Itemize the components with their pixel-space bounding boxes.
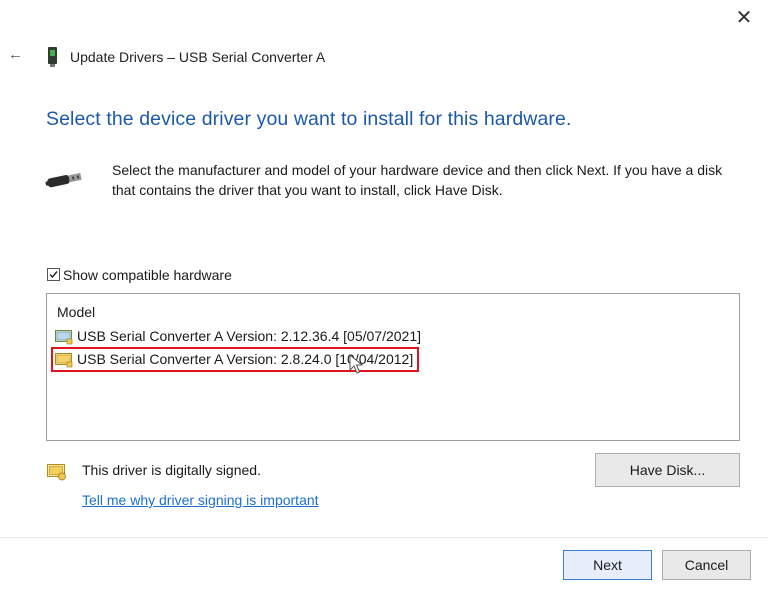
driver-signing-link[interactable]: Tell me why driver signing is important (82, 492, 319, 508)
close-button[interactable]: ✕ (732, 6, 756, 30)
next-button[interactable]: Next (563, 550, 652, 580)
have-disk-button[interactable]: Have Disk... (595, 453, 740, 487)
driver-package-icon (55, 330, 73, 345)
footer-separator (0, 537, 768, 538)
model-list-item-selected[interactable]: USB Serial Converter A Version: 2.8.24.0… (51, 347, 419, 374)
close-icon: ✕ (735, 7, 753, 29)
model-list[interactable]: Model USB Serial Converter A Version: 2.… (46, 293, 740, 441)
signed-driver-icon (47, 464, 66, 481)
show-compatible-label[interactable]: Show compatible hardware (63, 267, 232, 283)
window-title: Update Drivers – USB Serial Converter A (70, 49, 326, 65)
back-arrow-icon: ← (8, 46, 23, 63)
usb-device-icon (48, 47, 57, 67)
model-list-item[interactable]: USB Serial Converter A Version: 2.12.36.… (53, 327, 421, 347)
show-compatible-checkbox[interactable] (47, 268, 60, 281)
instructions-text: Select the manufacturer and model of you… (112, 162, 723, 198)
back-button[interactable]: ← (8, 47, 24, 63)
page-heading: Select the device driver you want to ins… (46, 108, 572, 130)
model-column-header: Model (57, 304, 96, 320)
mouse-cursor-icon (349, 354, 363, 374)
checkmark-icon (49, 271, 58, 279)
selection-highlight-box (51, 347, 419, 372)
usb-connector-icon (45, 172, 82, 188)
signed-status-text: This driver is digitally signed. (82, 462, 261, 478)
cancel-button[interactable]: Cancel (662, 550, 751, 580)
model-item-label: USB Serial Converter A Version: 2.12.36.… (77, 328, 421, 344)
